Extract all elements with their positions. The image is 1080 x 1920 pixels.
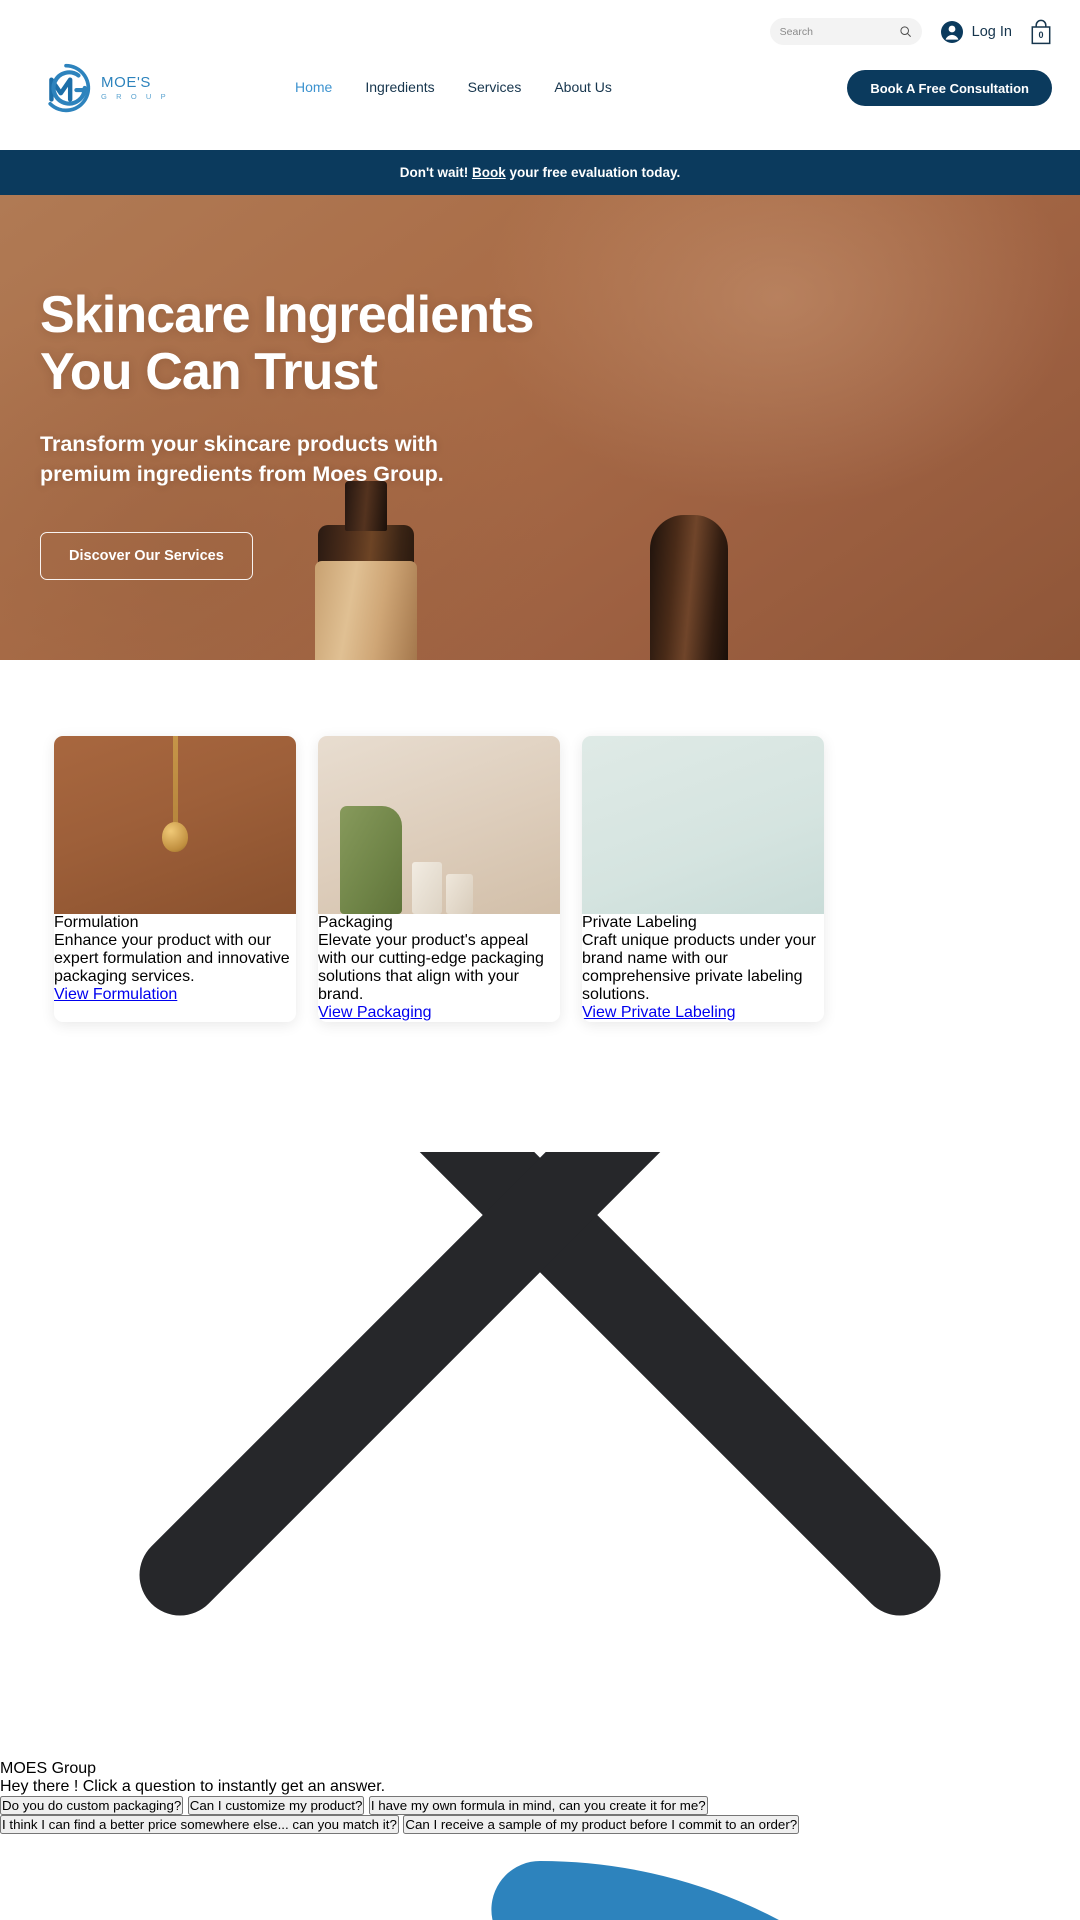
service-card-formulation[interactable]: Formulation Enhance your product with ou… [54, 736, 296, 1022]
tube-b-decor [446, 874, 473, 914]
book-consultation-button[interactable]: Book A Free Consultation [847, 70, 1052, 106]
packaging-card-image [318, 736, 560, 914]
chat-option-customize-product[interactable]: Can I customize my product? [187, 1796, 365, 1815]
hero-section: Skincare Ingredients You Can Trust Trans… [0, 195, 1080, 660]
nav-item-about-us[interactable]: About Us [554, 79, 612, 95]
service-card-private-labeling[interactable]: Private Labeling Craft unique products u… [582, 736, 824, 1022]
formulation-card-description: Enhance your product with our expert for… [54, 932, 290, 985]
formulation-card-body: Formulation Enhance your product with ou… [54, 914, 296, 1004]
chat-footer-logo-icon [491, 1861, 779, 1920]
utility-row: Log In 0 [769, 18, 1052, 45]
logo-tagline: G R O U P [101, 92, 170, 102]
chat-option-custom-packaging[interactable]: Do you do custom packaging? [0, 1796, 184, 1815]
packaging-card-description: Elevate your product's appeal with our c… [318, 932, 544, 1003]
chat-option-price-match[interactable]: I think I can find a better price somewh… [0, 1815, 399, 1834]
view-private-labeling-link[interactable]: View Private Labeling [582, 1004, 736, 1021]
services-card-row: Formulation Enhance your product with ou… [54, 736, 824, 1022]
nav-item-home[interactable]: Home [295, 79, 332, 95]
green-bottle-decor [488, 794, 534, 914]
site-header: Log In 0 MOE'S G R O U P Home Ingredient… [0, 0, 1080, 150]
service-card-packaging[interactable]: Packaging Elevate your product's appeal … [318, 736, 560, 1022]
chat-option-own-formula[interactable]: I have my own formula in mind, can you c… [368, 1796, 708, 1815]
private-labeling-card-body: Private Labeling Craft unique products u… [582, 914, 824, 1022]
private-labeling-card-title: Private Labeling [582, 914, 697, 931]
discover-services-button[interactable]: Discover Our Services [40, 531, 253, 580]
hero-title: Skincare Ingredients You Can Trust [40, 287, 660, 400]
nav-item-ingredients[interactable]: Ingredients [365, 79, 434, 95]
login-button[interactable]: Log In [940, 20, 1012, 44]
hero-subtitle-line2: premium ingredients from Moes Group. [40, 462, 444, 486]
hero-title-line1: Skincare Ingredients [40, 286, 534, 344]
services-section: Formulation Enhance your product with ou… [0, 660, 1080, 1152]
packaging-card-body: Packaging Elevate your product's appeal … [318, 914, 560, 1022]
announcement-prefix: Don't wait! [399, 165, 472, 180]
moes-group-logo-icon [48, 63, 91, 113]
chat-intro-message: Hey there ! Click a question to instantl… [0, 1778, 386, 1795]
private-labeling-card-description: Craft unique products under your brand n… [582, 932, 816, 1003]
announcement-text: Don't wait! Book your free evaluation to… [400, 165, 681, 180]
search-icon[interactable] [899, 25, 912, 38]
private-labeling-card-image [582, 736, 824, 914]
chat-brand-line: MOES Group [0, 1760, 97, 1777]
hero-subtitle: Transform your skincare products with pr… [40, 430, 660, 489]
announcement-suffix: your free evaluation today. [505, 165, 681, 180]
logo-name: MOE'S [101, 74, 152, 92]
hero-content: Skincare Ingredients You Can Trust Trans… [40, 287, 660, 580]
hero-title-line2: You Can Trust [40, 342, 378, 401]
search-input[interactable] [779, 25, 893, 38]
oil-drop-decor [162, 822, 188, 852]
view-formulation-link[interactable]: View Formulation [54, 986, 177, 1003]
cart-count: 0 [1038, 29, 1044, 40]
announcement-bar: Don't wait! Book your free evaluation to… [0, 150, 1080, 195]
chat-quick-replies: Do you do custom packaging? Can I custom… [0, 1796, 1080, 1834]
pouch-decor [340, 806, 402, 914]
hero-subtitle-line1: Transform your skincare products with [40, 432, 438, 457]
tube-a-decor [412, 862, 442, 914]
view-packaging-link[interactable]: View Packaging [318, 1004, 432, 1021]
main-navigation: Home Ingredients Services About Us [295, 79, 612, 95]
search-box[interactable] [769, 18, 922, 45]
dropper-stem-decor [173, 736, 178, 832]
announcement-book-link[interactable]: Book [472, 165, 506, 180]
formulation-card-title: Formulation [54, 914, 139, 931]
cart-button[interactable]: 0 [1030, 19, 1052, 45]
packaging-card-title: Packaging [318, 914, 393, 931]
avatar-icon [940, 20, 963, 43]
login-label: Log In [971, 23, 1012, 40]
site-logo[interactable]: MOE'S G R O U P [40, 62, 169, 114]
chat-option-sample-request[interactable]: Can I receive a sample of my product bef… [403, 1815, 800, 1834]
formulation-card-image [54, 736, 296, 914]
hero-bottle-right [650, 515, 728, 660]
nav-item-services[interactable]: Services [468, 79, 522, 95]
